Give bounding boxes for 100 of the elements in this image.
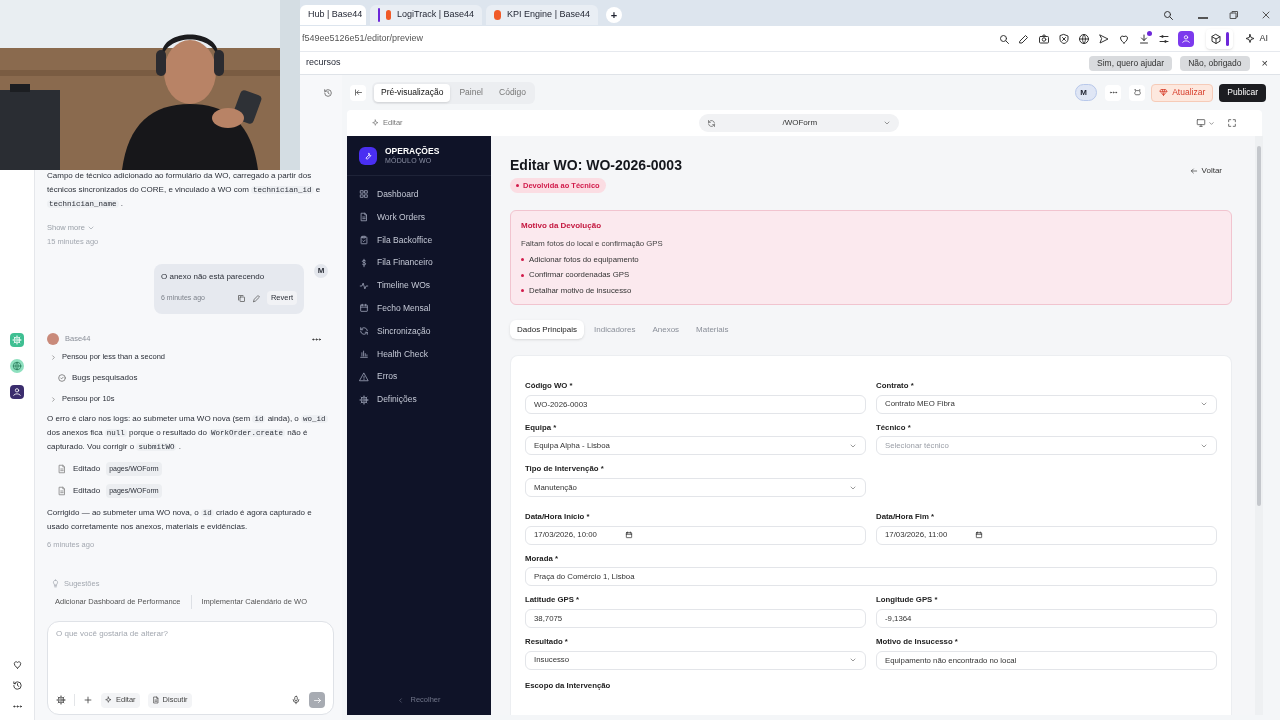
fullscreen-icon[interactable] xyxy=(1227,118,1237,128)
tab-title: LogiTrack | Base44 xyxy=(396,8,474,22)
tab-group-marker xyxy=(378,8,380,22)
nav-item[interactable]: Fila Financeiro xyxy=(347,251,491,275)
nav-item[interactable]: Work Orders xyxy=(347,205,491,229)
shield-icon[interactable] xyxy=(1058,32,1071,45)
tab-title: Hub | Base44 xyxy=(308,8,363,22)
user-avatar: M xyxy=(314,264,328,278)
download-icon[interactable] xyxy=(1138,32,1151,45)
close-icon xyxy=(1260,9,1272,21)
profile-button[interactable] xyxy=(1178,30,1195,47)
nav-item[interactable]: Definições xyxy=(347,388,491,411)
edit-label: Editado xyxy=(73,485,101,497)
history-icon[interactable] xyxy=(323,87,333,98)
file-icon xyxy=(359,212,369,223)
view-tab[interactable]: Código xyxy=(492,83,533,102)
gear-icon xyxy=(12,335,22,345)
back-link[interactable]: Voltar xyxy=(1189,165,1222,177)
search-icon xyxy=(1162,9,1174,21)
clock-icon xyxy=(11,680,23,691)
user-icon xyxy=(12,387,22,397)
more-icon xyxy=(1108,88,1118,97)
nav-item[interactable]: Timeline WOs xyxy=(347,274,491,297)
nav-item[interactable]: Fila Backoffice xyxy=(347,228,491,252)
page-title: Editar WO: WO-2026-0003 xyxy=(510,156,683,174)
infobar-button[interactable]: Sim, quero ajudar xyxy=(1089,55,1173,71)
nav-item[interactable]: Fecho Mensal xyxy=(347,297,491,320)
new-tab-button[interactable]: + xyxy=(606,7,622,23)
browser-tab[interactable]: LogiTrack | Base44 xyxy=(370,5,482,25)
calendar-icon xyxy=(359,303,369,314)
activity-icon xyxy=(359,280,369,291)
bulb-icon xyxy=(51,578,60,588)
warning-icon xyxy=(359,371,369,382)
camera-icon[interactable] xyxy=(1038,32,1051,45)
infobar-text: recursos xyxy=(306,56,341,70)
copy-icon[interactable] xyxy=(236,293,246,303)
dollar-icon xyxy=(359,257,369,268)
monitor-icon[interactable] xyxy=(1196,118,1206,128)
microphone-icon[interactable] xyxy=(291,695,301,705)
chevron-icon xyxy=(1208,119,1215,127)
edit-icon[interactable] xyxy=(1018,32,1031,45)
app-icon[interactable] xyxy=(10,385,24,399)
refresh-icon xyxy=(707,118,717,128)
address-text[interactable]: f549ee5126e51/editor/preview xyxy=(302,31,424,46)
browser-tab[interactable]: KPI Engine | Base44 xyxy=(486,5,598,25)
message-text: O anexo não está parecendo xyxy=(161,271,266,283)
calendar-icon xyxy=(624,531,633,540)
infobar-button[interactable]: Não, obrigado xyxy=(1180,55,1250,71)
nav-item[interactable]: Sincronização xyxy=(347,319,491,343)
globe-icon[interactable] xyxy=(1078,32,1091,45)
file-icon xyxy=(57,486,67,496)
view-tab[interactable]: Pré-visualização xyxy=(374,83,451,102)
clipboard-icon xyxy=(359,235,369,245)
side-panel-marker xyxy=(1226,31,1230,46)
alert-title: Motivo da Devolução xyxy=(521,220,602,232)
gear-icon xyxy=(359,394,369,405)
nav-item[interactable]: Dashboard xyxy=(347,183,491,206)
chevron-icon xyxy=(50,395,57,403)
cube-icon xyxy=(1210,32,1223,45)
tab-title: KPI Engine | Base44 xyxy=(507,8,590,22)
nav-item[interactable]: Erros xyxy=(347,365,491,389)
arrow-icon xyxy=(1189,167,1198,175)
settings-icon[interactable] xyxy=(56,695,66,705)
form-tab[interactable]: Dados Principais xyxy=(510,320,585,339)
brand-title: OPERAÇÕES xyxy=(385,146,440,156)
user-icon xyxy=(1181,33,1192,44)
publish-button[interactable]: Publicar xyxy=(1219,83,1266,102)
chevron-icon xyxy=(883,119,892,127)
heart-icon[interactable] xyxy=(1118,32,1131,45)
file-icon xyxy=(57,464,67,474)
sliders-icon[interactable] xyxy=(1158,32,1171,45)
heart-icon xyxy=(11,659,23,670)
refresh-icon xyxy=(359,326,369,337)
restore-icon xyxy=(1228,9,1240,21)
sparkle-icon xyxy=(372,119,380,127)
collapse-panel-button[interactable] xyxy=(350,84,366,101)
search-icon[interactable] xyxy=(998,32,1011,45)
calendar-icon xyxy=(975,531,984,540)
plus-icon[interactable] xyxy=(83,695,93,705)
send-icon[interactable] xyxy=(1098,32,1111,45)
wrench-icon xyxy=(363,150,373,161)
nav-item[interactable]: Health Check xyxy=(347,342,491,366)
gem-icon xyxy=(1159,88,1169,97)
repository-button[interactable] xyxy=(1129,84,1146,101)
user-avatar[interactable]: M xyxy=(1075,84,1098,101)
close-button[interactable]: × xyxy=(1261,57,1268,69)
browser-tab[interactable]: Hub | Base44 xyxy=(300,5,366,25)
bars-icon xyxy=(359,348,369,359)
arrow-icon xyxy=(312,695,322,705)
bullet-icon xyxy=(521,273,524,277)
task-label: Bugs pesquisados xyxy=(72,372,138,384)
message-field[interactable]: O que você gostaria de alterar? xyxy=(56,628,325,692)
logo-icon xyxy=(494,10,502,20)
route-selector[interactable]: /WOForm xyxy=(699,114,900,132)
view-tab[interactable]: Painel xyxy=(452,83,490,102)
collapse-icon xyxy=(353,88,363,97)
scrollbar[interactable] xyxy=(1255,136,1263,715)
upgrade-button[interactable]: Atualizar xyxy=(1151,83,1214,102)
ai-button[interactable]: AI xyxy=(1241,31,1272,46)
extension-button[interactable] xyxy=(1206,28,1234,49)
